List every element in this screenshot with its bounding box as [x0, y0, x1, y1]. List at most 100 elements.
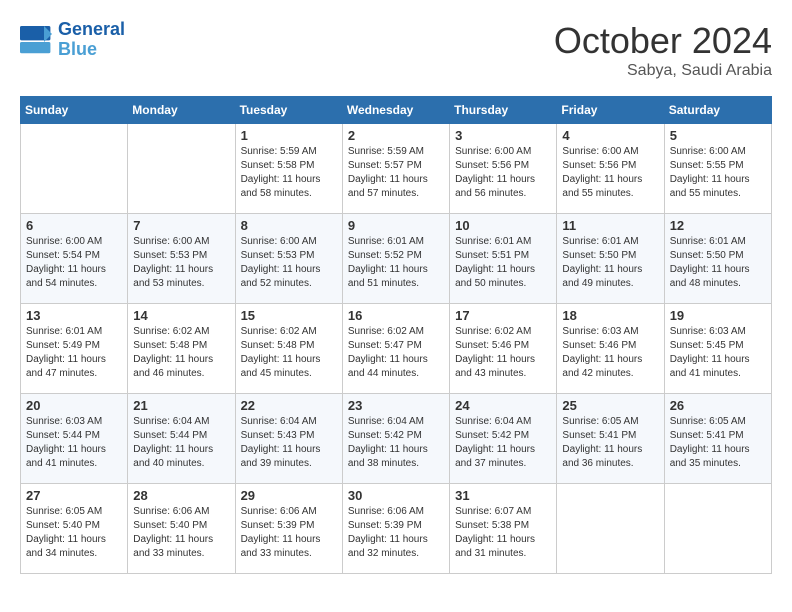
logo-text: General Blue [58, 20, 125, 60]
day-content: Sunrise: 6:00 AM Sunset: 5:53 PM Dayligh… [133, 235, 229, 291]
day-content: Sunrise: 6:03 AM Sunset: 5:45 PM Dayligh… [670, 325, 766, 381]
day-num-label: 25 [562, 398, 658, 413]
day-content: Sunrise: 6:06 AM Sunset: 5:39 PM Dayligh… [348, 505, 444, 561]
month-title: October 2024 [554, 20, 772, 62]
day-num-label: 21 [133, 398, 229, 413]
day-num-label: 22 [241, 398, 337, 413]
calendar-cell: 26 Sunrise: 6:05 AM Sunset: 5:41 PM Dayli… [664, 394, 771, 484]
location-subtitle: Sabya, Saudi Arabia [554, 62, 772, 80]
day-content: Sunrise: 6:01 AM Sunset: 5:50 PM Dayligh… [670, 235, 766, 291]
day-num-label: 10 [455, 218, 551, 233]
day-content: Sunrise: 6:02 AM Sunset: 5:47 PM Dayligh… [348, 325, 444, 381]
day-content: Sunrise: 6:00 AM Sunset: 5:54 PM Dayligh… [26, 235, 122, 291]
day-content: Sunrise: 6:06 AM Sunset: 5:39 PM Dayligh… [241, 505, 337, 561]
week-row-3: 20Sunrise: 6:03 AM Sunset: 5:44 PM Dayli… [21, 394, 772, 484]
day-num-label: 3 [455, 128, 551, 143]
calendar-cell: 24 Sunrise: 6:04 AM Sunset: 5:42 PM Dayli… [450, 394, 557, 484]
calendar-cell: 19 Sunrise: 6:03 AM Sunset: 5:45 PM Dayli… [664, 304, 771, 394]
calendar-cell [21, 124, 128, 214]
day-content: Sunrise: 6:02 AM Sunset: 5:48 PM Dayligh… [133, 325, 229, 381]
day-content: Sunrise: 6:02 AM Sunset: 5:46 PM Dayligh… [455, 325, 551, 381]
day-content: Sunrise: 6:03 AM Sunset: 5:46 PM Dayligh… [562, 325, 658, 381]
title-block: October 2024 Sabya, Saudi Arabia [554, 20, 772, 80]
day-num-label: 12 [670, 218, 766, 233]
day-num-label: 4 [562, 128, 658, 143]
day-num-label: 18 [562, 308, 658, 323]
day-content: Sunrise: 6:01 AM Sunset: 5:52 PM Dayligh… [348, 235, 444, 291]
calendar-cell: 6Sunrise: 6:00 AM Sunset: 5:54 PM Daylig… [21, 214, 128, 304]
weekday-header-sunday: Sunday [21, 97, 128, 124]
day-content: Sunrise: 6:04 AM Sunset: 5:42 PM Dayligh… [348, 415, 444, 471]
day-num-label: 9 [348, 218, 444, 233]
calendar-table: SundayMondayTuesdayWednesdayThursdayFrid… [20, 96, 772, 574]
calendar-cell: 27 Sunrise: 6:05 AM Sunset: 5:40 PM Dayli… [21, 484, 128, 574]
logo-icon [20, 26, 52, 54]
calendar-cell [128, 124, 235, 214]
day-content: Sunrise: 6:00 AM Sunset: 5:53 PM Dayligh… [241, 235, 337, 291]
day-num-label: 27 [26, 488, 122, 503]
calendar-cell: 18 Sunrise: 6:03 AM Sunset: 5:46 PM Dayli… [557, 304, 664, 394]
logo: General Blue [20, 20, 125, 60]
day-num-label: 16 [348, 308, 444, 323]
calendar-cell: 16 Sunrise: 6:02 AM Sunset: 5:47 PM Dayli… [342, 304, 449, 394]
day-content: Sunrise: 6:00 AM Sunset: 5:56 PM Dayligh… [562, 145, 658, 201]
calendar-cell: 14Sunrise: 6:02 AM Sunset: 5:48 PM Dayli… [128, 304, 235, 394]
week-row-0: 1 Sunrise: 5:59 AM Sunset: 5:58 PM Daylig… [21, 124, 772, 214]
day-num-label: 13 [26, 308, 122, 323]
day-num-label: 8 [241, 218, 337, 233]
weekday-header-thursday: Thursday [450, 97, 557, 124]
day-content: Sunrise: 6:01 AM Sunset: 5:51 PM Dayligh… [455, 235, 551, 291]
calendar-cell: 23 Sunrise: 6:04 AM Sunset: 5:42 PM Dayli… [342, 394, 449, 484]
calendar-cell: 3Sunrise: 6:00 AM Sunset: 5:56 PM Daylig… [450, 124, 557, 214]
day-num-label: 11 [562, 218, 658, 233]
day-content: Sunrise: 6:07 AM Sunset: 5:38 PM Dayligh… [455, 505, 551, 561]
day-content: Sunrise: 6:05 AM Sunset: 5:40 PM Dayligh… [26, 505, 122, 561]
logo-line2: Blue [58, 39, 97, 59]
day-content: Sunrise: 6:05 AM Sunset: 5:41 PM Dayligh… [670, 415, 766, 471]
day-content: Sunrise: 5:59 AM Sunset: 5:58 PM Dayligh… [241, 145, 337, 201]
day-num-label: 24 [455, 398, 551, 413]
calendar-cell: 9 Sunrise: 6:01 AM Sunset: 5:52 PM Daylig… [342, 214, 449, 304]
day-num-label: 31 [455, 488, 551, 503]
calendar-cell: 30 Sunrise: 6:06 AM Sunset: 5:39 PM Dayli… [342, 484, 449, 574]
day-num-label: 7 [133, 218, 229, 233]
calendar-cell [664, 484, 771, 574]
week-row-1: 6Sunrise: 6:00 AM Sunset: 5:54 PM Daylig… [21, 214, 772, 304]
day-content: Sunrise: 5:59 AM Sunset: 5:57 PM Dayligh… [348, 145, 444, 201]
calendar-cell: 11Sunrise: 6:01 AM Sunset: 5:50 PM Dayli… [557, 214, 664, 304]
calendar-cell: 31 Sunrise: 6:07 AM Sunset: 5:38 PM Dayli… [450, 484, 557, 574]
day-content: Sunrise: 6:04 AM Sunset: 5:42 PM Dayligh… [455, 415, 551, 471]
calendar-cell: 20Sunrise: 6:03 AM Sunset: 5:44 PM Dayli… [21, 394, 128, 484]
calendar-cell: 7 Sunrise: 6:00 AM Sunset: 5:53 PM Daylig… [128, 214, 235, 304]
page-header: General Blue October 2024 Sabya, Saudi A… [20, 20, 772, 80]
day-num-label: 26 [670, 398, 766, 413]
week-row-2: 13 Sunrise: 6:01 AM Sunset: 5:49 PM Dayli… [21, 304, 772, 394]
day-num-label: 1 [241, 128, 337, 143]
weekday-header-tuesday: Tuesday [235, 97, 342, 124]
calendar-cell: 28Sunrise: 6:06 AM Sunset: 5:40 PM Dayli… [128, 484, 235, 574]
day-num-label: 2 [348, 128, 444, 143]
day-content: Sunrise: 6:00 AM Sunset: 5:55 PM Dayligh… [670, 145, 766, 201]
weekday-header-saturday: Saturday [664, 97, 771, 124]
weekday-header-monday: Monday [128, 97, 235, 124]
calendar-cell: 22Sunrise: 6:04 AM Sunset: 5:43 PM Dayli… [235, 394, 342, 484]
calendar-cell: 29 Sunrise: 6:06 AM Sunset: 5:39 PM Dayli… [235, 484, 342, 574]
calendar-cell: 12 Sunrise: 6:01 AM Sunset: 5:50 PM Dayli… [664, 214, 771, 304]
weekday-header-friday: Friday [557, 97, 664, 124]
day-num-label: 30 [348, 488, 444, 503]
day-content: Sunrise: 6:01 AM Sunset: 5:49 PM Dayligh… [26, 325, 122, 381]
calendar-cell: 2 Sunrise: 5:59 AM Sunset: 5:57 PM Daylig… [342, 124, 449, 214]
calendar-cell: 13 Sunrise: 6:01 AM Sunset: 5:49 PM Dayli… [21, 304, 128, 394]
calendar-cell: 21Sunrise: 6:04 AM Sunset: 5:44 PM Dayli… [128, 394, 235, 484]
day-num-label: 17 [455, 308, 551, 323]
calendar-cell [557, 484, 664, 574]
day-num-label: 19 [670, 308, 766, 323]
calendar-cell: 4 Sunrise: 6:00 AM Sunset: 5:56 PM Daylig… [557, 124, 664, 214]
calendar-cell: 17 Sunrise: 6:02 AM Sunset: 5:46 PM Dayli… [450, 304, 557, 394]
calendar-cell: 15Sunrise: 6:02 AM Sunset: 5:48 PM Dayli… [235, 304, 342, 394]
day-num-label: 23 [348, 398, 444, 413]
day-num-label: 29 [241, 488, 337, 503]
weekday-header-wednesday: Wednesday [342, 97, 449, 124]
day-content: Sunrise: 6:05 AM Sunset: 5:41 PM Dayligh… [562, 415, 658, 471]
calendar-cell: 10 Sunrise: 6:01 AM Sunset: 5:51 PM Dayli… [450, 214, 557, 304]
